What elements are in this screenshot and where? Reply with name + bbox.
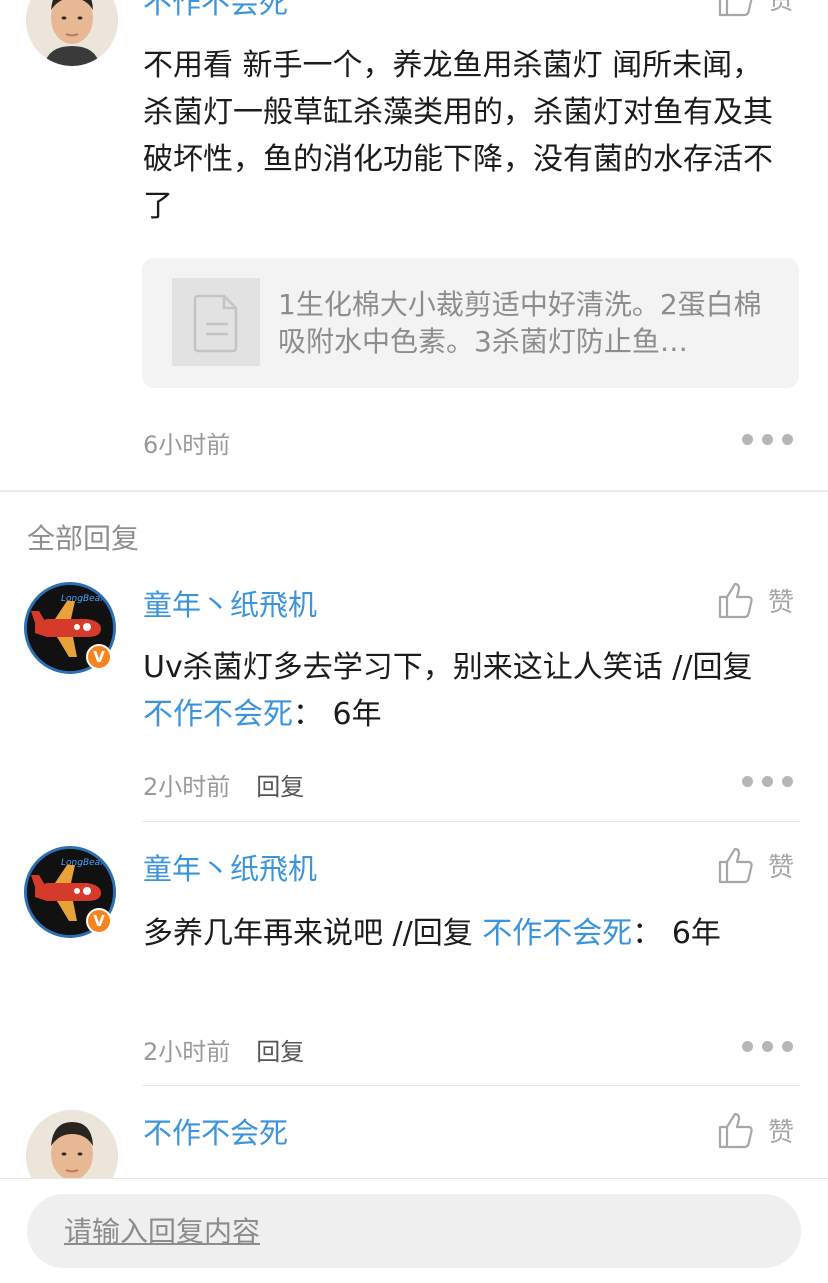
verified-badge-icon: V xyxy=(86,644,112,670)
timestamp: 6小时前 xyxy=(143,431,231,459)
timestamp: 2小时前 xyxy=(143,773,231,801)
reply-body: 多养几年再来说吧 //回复 xyxy=(143,916,483,951)
username[interactable]: 不作不会死 xyxy=(143,0,288,22)
thumbs-up-icon xyxy=(718,847,753,884)
reply-input[interactable] xyxy=(27,1194,801,1268)
comment-time: 6小时前 xyxy=(143,425,230,460)
reply-meta: 2小时前 回复 xyxy=(143,1032,304,1067)
reply-body: Uv杀菌灯多去学习下，别来这让人笑话 //回复 xyxy=(143,650,753,685)
more-options-button[interactable] xyxy=(742,434,794,446)
document-icon xyxy=(193,294,238,353)
reply-tail: ： 6年 xyxy=(293,697,382,732)
timestamp: 2小时前 xyxy=(143,1038,231,1066)
thumbs-up-icon xyxy=(718,582,753,619)
comment-text: 不用看 新手一个，养龙鱼用杀菌灯 闻所未闻，杀菌灯一般草缸杀藻类用的，杀菌灯对鱼… xyxy=(143,48,773,224)
row-divider xyxy=(142,1085,800,1086)
person-avatar-image xyxy=(26,1110,118,1178)
thumbs-up-icon xyxy=(718,1112,753,1149)
reply-button[interactable]: 回复 xyxy=(256,773,304,801)
reply-tail: ： 6年 xyxy=(632,916,721,951)
like-button[interactable]: 赞 xyxy=(716,0,806,18)
quoted-post-text: 1生化棉大小裁剪适中好清洗。2蛋白棉吸附水中色素。3杀菌灯防止鱼… xyxy=(278,288,762,358)
like-label: 赞 xyxy=(768,0,795,16)
username[interactable]: 童年丶纸飛机 xyxy=(143,846,317,888)
user-avatar[interactable] xyxy=(26,0,118,66)
reply-text: Uv杀菌灯多去学习下，别来这让人笑话 //回复 不作不会死： 6年 xyxy=(143,644,783,738)
like-label: 赞 xyxy=(768,1118,795,1148)
mention-link[interactable]: 不作不会死 xyxy=(143,697,293,732)
section-divider xyxy=(0,490,828,492)
quoted-post-card[interactable]: 1生化棉大小裁剪适中好清洗。2蛋白棉吸附水中色素。3杀菌灯防止鱼… xyxy=(142,258,799,388)
row-divider xyxy=(142,821,800,822)
mention-link[interactable]: 不作不会死 xyxy=(482,916,632,951)
more-options-button[interactable] xyxy=(742,776,794,788)
username[interactable]: 不作不会死 xyxy=(143,1110,288,1152)
reply-bar xyxy=(0,1178,828,1283)
reply-meta: 2小时前 回复 xyxy=(143,767,304,802)
person-avatar-image xyxy=(26,0,118,66)
user-avatar[interactable] xyxy=(26,1110,118,1178)
reply-button[interactable]: 回复 xyxy=(256,1038,304,1066)
like-label: 赞 xyxy=(768,588,795,618)
like-button[interactable]: 赞 xyxy=(716,845,806,885)
like-button[interactable]: 赞 xyxy=(716,1110,806,1150)
like-label: 赞 xyxy=(768,853,795,883)
section-title: 全部回复 xyxy=(27,522,140,555)
reply-text: 多养几年再来说吧 //回复 不作不会死： 6年 xyxy=(143,910,783,957)
quoted-post-thumbnail xyxy=(172,278,260,366)
comment-thread[interactable]: 不作不会死 赞 不用看 新手一个，养龙鱼用杀菌灯 闻所未闻，杀菌灯一般草缸杀藻类… xyxy=(0,0,828,1178)
thumbs-up-icon xyxy=(718,0,753,17)
more-options-button[interactable] xyxy=(742,1041,794,1053)
verified-badge-icon: V xyxy=(86,908,112,934)
like-button[interactable]: 赞 xyxy=(716,580,806,620)
username[interactable]: 童年丶纸飛机 xyxy=(143,582,317,624)
